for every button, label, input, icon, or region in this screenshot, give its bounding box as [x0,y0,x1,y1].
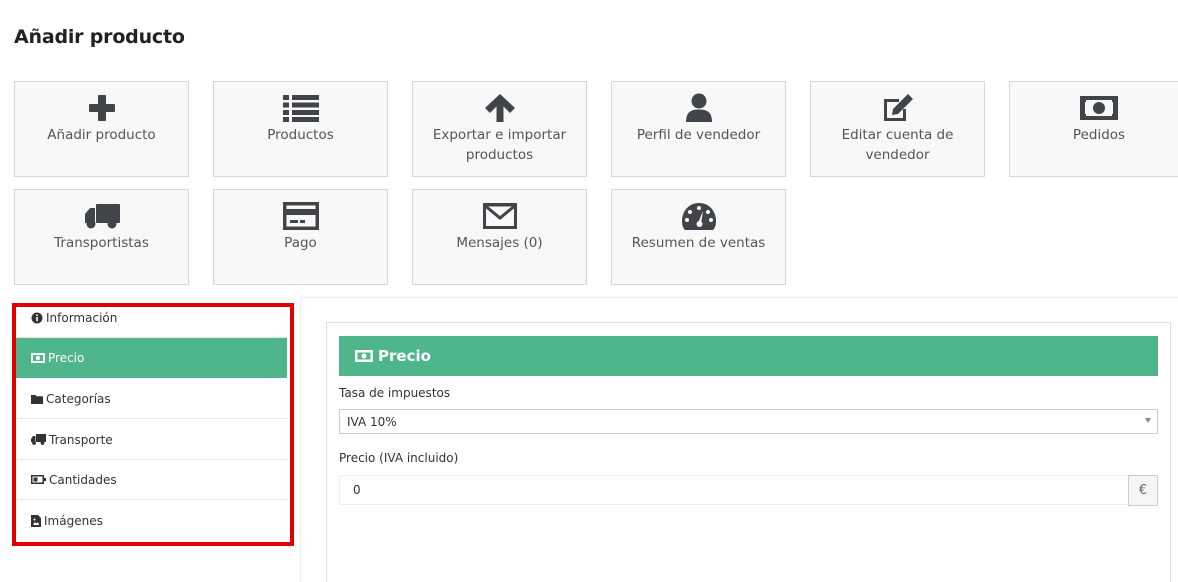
price-value: 0 [353,483,361,497]
user-icon [612,92,785,124]
envelope-icon [413,200,586,232]
tile-label: Transportistas [54,235,149,251]
money-icon [1010,92,1178,124]
tile-sales-summary[interactable]: Resumen de ventas [611,189,786,285]
tile-carriers[interactable]: Transportistas [14,189,189,285]
dashboard-icon [612,200,785,232]
truck-icon [15,200,188,232]
price-input[interactable]: 0 [339,475,1129,505]
tax-rate-value: IVA 10% [347,414,397,429]
page-title: Añadir producto [14,26,185,48]
tax-rate-label: Tasa de impuestos [339,386,451,400]
tile-label: Perfil de vendedor [636,127,761,143]
sidebar-highlight-box [12,303,294,546]
chevron-down-icon [1145,418,1151,423]
money-icon [355,350,373,362]
edit-icon [811,92,984,124]
list-icon [214,92,387,124]
tile-messages[interactable]: Mensajes (0) [412,189,587,285]
credit-card-icon [214,200,387,232]
tile-products[interactable]: Productos [213,81,388,177]
arrow-up-icon [413,92,586,124]
currency-addon: € [1128,475,1158,506]
tile-label: Mensajes (0) [456,235,543,251]
tile-label: Pedidos [1072,127,1126,143]
tile-payment[interactable]: Pago [213,189,388,285]
divider [300,297,1178,298]
price-label: Precio (IVA incluido) [339,451,459,465]
tax-rate-select[interactable]: IVA 10% [339,409,1158,434]
tile-label: Editar cuenta de vendedor [841,127,954,163]
tile-label: Productos [267,127,334,143]
tile-add-product[interactable]: Añadir producto [14,81,189,177]
tile-label: Resumen de ventas [631,235,766,251]
panel-header: Precio [339,336,1158,376]
panel-title: Precio [378,347,431,365]
tile-seller-profile[interactable]: Perfil de vendedor [611,81,786,177]
plus-icon [15,92,188,124]
divider [300,297,301,582]
tile-orders[interactable]: Pedidos [1009,81,1178,177]
tile-label: Añadir producto [47,127,156,143]
tile-label: Pago [284,235,317,251]
tile-export-import[interactable]: Exportar e importar productos [412,81,587,177]
tile-label: Exportar e importar productos [432,127,567,163]
tile-edit-seller-account[interactable]: Editar cuenta de vendedor [810,81,985,177]
